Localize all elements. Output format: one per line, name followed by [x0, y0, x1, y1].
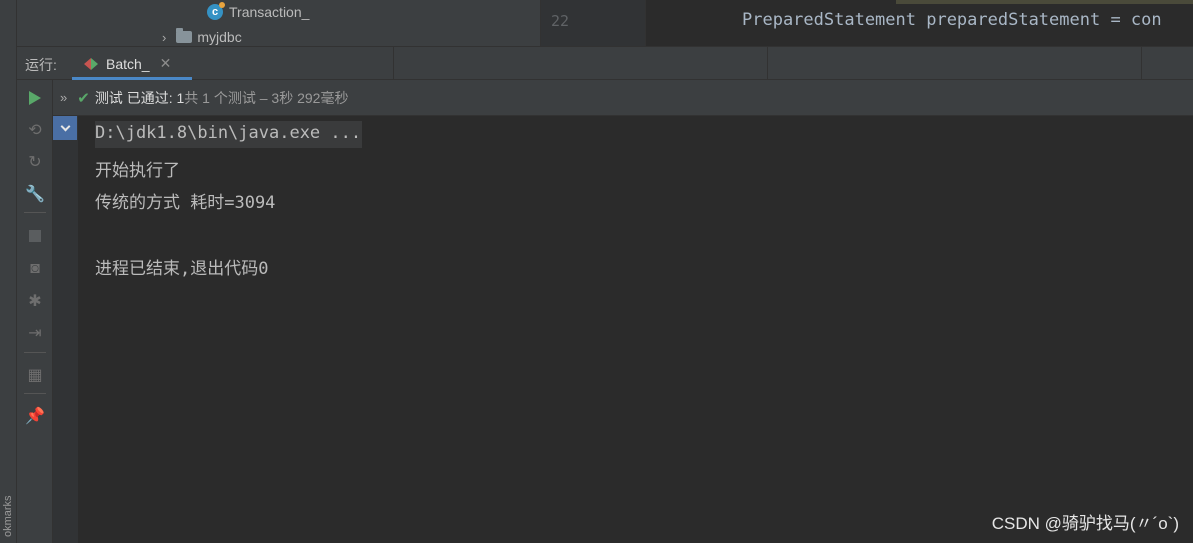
rerun-failed-button[interactable]: ⟲: [23, 118, 47, 142]
auto-test-icon: ↻: [28, 154, 42, 171]
console-output[interactable]: D:\jdk1.8\bin\java.exe ... 开始执行了 传统的方式 耗…: [78, 116, 1193, 543]
class-icon: c: [207, 2, 225, 20]
camera-icon: ◙: [30, 260, 40, 277]
tab-divider: [767, 47, 768, 80]
close-icon[interactable]: ✕: [160, 55, 172, 72]
code-line[interactable]: PreparedStatement preparedStatement = co…: [742, 10, 1162, 30]
tab-divider: [393, 47, 394, 80]
settings-button[interactable]: 🔧: [23, 182, 47, 206]
watermark: CSDN @骑驴找马(〃´o`): [991, 514, 1179, 533]
code-editor[interactable]: PreparedStatement preparedStatement = co…: [645, 0, 1193, 46]
status-detail: 共 1 个测试 – 3秒 292毫秒: [184, 89, 349, 106]
bookmarks-label[interactable]: okmarks: [2, 485, 14, 537]
toggle-auto-test-button[interactable]: ↻: [23, 150, 47, 174]
check-icon: ✔: [77, 89, 90, 107]
rerun-failed-icon: ⟲: [28, 122, 42, 139]
exit-icon: ⇥: [28, 325, 42, 342]
run-toolbar: ⟲ ↻ 🔧 ◙ ✱ ⇥ ▦ 📌: [17, 80, 53, 543]
tree-item-label: Transaction_: [229, 4, 310, 20]
tab-divider: [1141, 47, 1142, 80]
test-status-bar: » ✔ 测试 已通过: 1 共 1 个测试 – 3秒 292毫秒: [53, 80, 1193, 116]
ide-window: okmarks c Transaction_ › myjdbc 22 Prepa…: [0, 0, 1193, 543]
rerun-button[interactable]: [23, 86, 47, 110]
status-passed: 测试 已通过: 1: [94, 89, 185, 106]
folder-icon: [176, 28, 193, 43]
collapse-button[interactable]: [53, 116, 77, 140]
code-highlight: [896, 0, 1193, 4]
chevron-right-icon[interactable]: ›: [162, 30, 166, 45]
pin-icon: 📌: [25, 408, 45, 425]
stop-button[interactable]: [23, 224, 47, 248]
bug-icon: ✱: [28, 293, 42, 310]
tree-item-myjdbc[interactable]: › myjdbc: [162, 28, 242, 45]
tree-item-label: myjdbc: [197, 29, 242, 45]
tab-batch[interactable]: Batch_ ✕: [72, 47, 204, 80]
bookmarks-strip[interactable]: okmarks: [0, 0, 17, 543]
layout-button[interactable]: ▦: [23, 363, 47, 387]
exit-button[interactable]: ⇥: [23, 321, 47, 345]
toolbar-divider: [24, 352, 46, 353]
test-run-icon: [84, 57, 98, 70]
wrench-icon: 🔧: [25, 186, 45, 203]
chevron-down-icon: [60, 121, 70, 131]
run-tab-bar: 运行: Batch_ ✕: [17, 46, 1193, 80]
console-line[interactable]: 开始执行了: [95, 156, 180, 181]
console-line[interactable]: 进程已结束,退出代码0: [95, 254, 268, 279]
expand-icon[interactable]: »: [60, 90, 67, 105]
run-label: 运行:: [25, 57, 57, 73]
play-icon: [29, 91, 41, 105]
project-tree: c Transaction_ › myjdbc: [17, 0, 540, 46]
pin-tab-button[interactable]: 📌: [23, 404, 47, 428]
stop-icon: [29, 230, 41, 242]
tree-item-transaction[interactable]: c Transaction_: [207, 2, 310, 20]
screenshot-button[interactable]: ◙: [23, 257, 47, 281]
console-fold-gutter: [53, 116, 78, 543]
debug-button[interactable]: ✱: [23, 289, 47, 313]
console-line[interactable]: D:\jdk1.8\bin\java.exe ...: [95, 121, 363, 148]
layout-icon: ▦: [27, 367, 43, 384]
console-line[interactable]: 传统的方式 耗时=3094: [95, 188, 275, 213]
tab-label: Batch_: [106, 55, 150, 72]
line-number: 22: [551, 12, 570, 30]
toolbar-divider: [24, 393, 46, 394]
editor-gutter: 22: [540, 0, 645, 46]
command-line[interactable]: D:\jdk1.8\bin\java.exe ...: [95, 121, 363, 148]
toolbar-divider: [24, 212, 46, 213]
